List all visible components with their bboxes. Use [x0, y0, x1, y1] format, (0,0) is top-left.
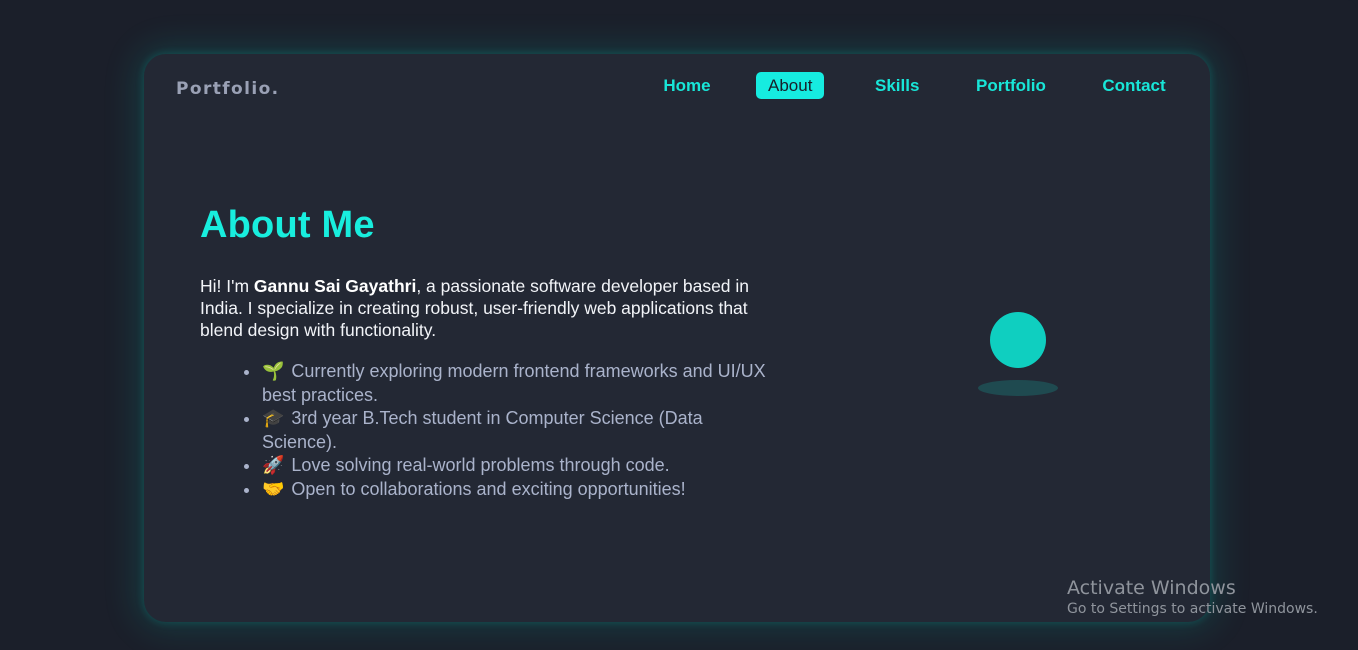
rocket-icon: 🚀: [262, 455, 285, 475]
list-item: 🚀 Love solving real-world problems throug…: [242, 454, 782, 478]
activate-windows-watermark: Activate Windows Go to Settings to activ…: [1067, 577, 1318, 619]
about-heading: About Me: [200, 204, 375, 246]
list-item: 🤝 Open to collaborations and exciting opp…: [242, 478, 782, 502]
about-points-list: 🌱 Currently exploring modern frontend fra…: [242, 360, 782, 501]
watermark-title: Activate Windows: [1067, 577, 1236, 599]
page-background: Portfolio. Home About Skills Portfolio C…: [0, 0, 1356, 650]
seedling-icon: 🌱: [262, 361, 285, 381]
author-name: Gannu Sai Gayathri: [253, 276, 417, 296]
top-nav: Home About Skills Portfolio Contact: [144, 72, 1210, 100]
list-item-text: Love solving real-world problems through…: [291, 455, 670, 475]
bouncing-ball-illustration: [990, 312, 1046, 368]
nav-skills[interactable]: Skills: [875, 72, 919, 99]
about-intro: Hi! I'm Gannu Sai Gayathri, a passionate…: [200, 275, 770, 341]
nav-contact[interactable]: Contact: [1102, 72, 1166, 99]
nav-portfolio[interactable]: Portfolio: [976, 72, 1046, 99]
watermark-subtitle: Go to Settings to activate Windows.: [1067, 601, 1318, 617]
ball-shadow: [978, 380, 1058, 396]
list-item-text: Open to collaborations and exciting oppo…: [291, 478, 686, 499]
list-item: 🎓 3rd year B.Tech student in Computer Sci…: [242, 407, 782, 454]
intro-prefix: Hi! I'm: [200, 276, 254, 296]
handshake-icon: 🤝: [262, 478, 285, 499]
list-item-text: Currently exploring modern frontend fram…: [262, 361, 766, 405]
nav-home[interactable]: Home: [662, 72, 712, 99]
main-card: Portfolio. Home About Skills Portfolio C…: [144, 54, 1210, 622]
list-item-text: 3rd year B.Tech student in Computer Scie…: [262, 408, 703, 452]
list-item: 🌱 Currently exploring modern frontend fra…: [242, 360, 782, 407]
graduation-cap-icon: 🎓: [262, 408, 285, 428]
nav-about[interactable]: About: [756, 72, 825, 99]
